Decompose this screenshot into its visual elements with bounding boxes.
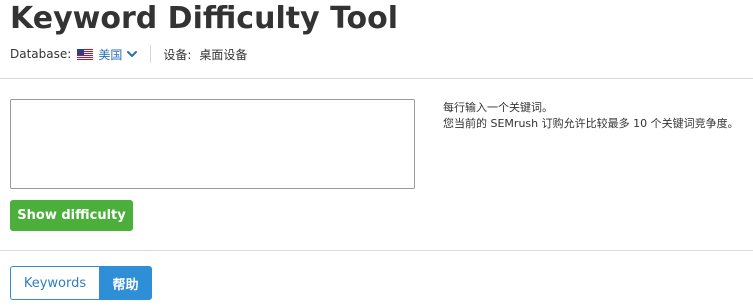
database-select[interactable]: 美国 (77, 46, 138, 63)
separator (150, 45, 152, 63)
keywords-input[interactable] (10, 99, 415, 189)
tab-help[interactable]: 帮助 (99, 266, 152, 300)
us-flag-icon (77, 48, 94, 60)
tab-keywords[interactable]: Keywords (10, 266, 99, 300)
tab-bar: Keywords 帮助 (10, 266, 152, 300)
database-value: 美国 (98, 47, 123, 62)
divider (0, 250, 753, 251)
divider (0, 78, 753, 79)
page-title: Keyword Difficulty Tool (10, 1, 399, 36)
device-value: 桌面设备 (199, 47, 248, 62)
device-label: 设备: (163, 47, 192, 62)
hint-line-1: 每行输入一个关键词。 (443, 101, 553, 114)
database-label: Database: (10, 47, 72, 61)
hint-line-2: 您当前的 SEMrush 订购允许比较最多 10 个关键词竞争度。 (443, 117, 739, 130)
chevron-down-icon (127, 51, 138, 57)
page: Keyword Difficulty Tool Database: 美国 设备:… (0, 0, 753, 308)
show-difficulty-button[interactable]: Show difficulty (10, 200, 133, 231)
settings-row: Database: 美国 设备: 桌面设备 (10, 44, 247, 64)
input-hint: 每行输入一个关键词。 您当前的 SEMrush 订购允许比较最多 10 个关键词… (443, 100, 739, 132)
